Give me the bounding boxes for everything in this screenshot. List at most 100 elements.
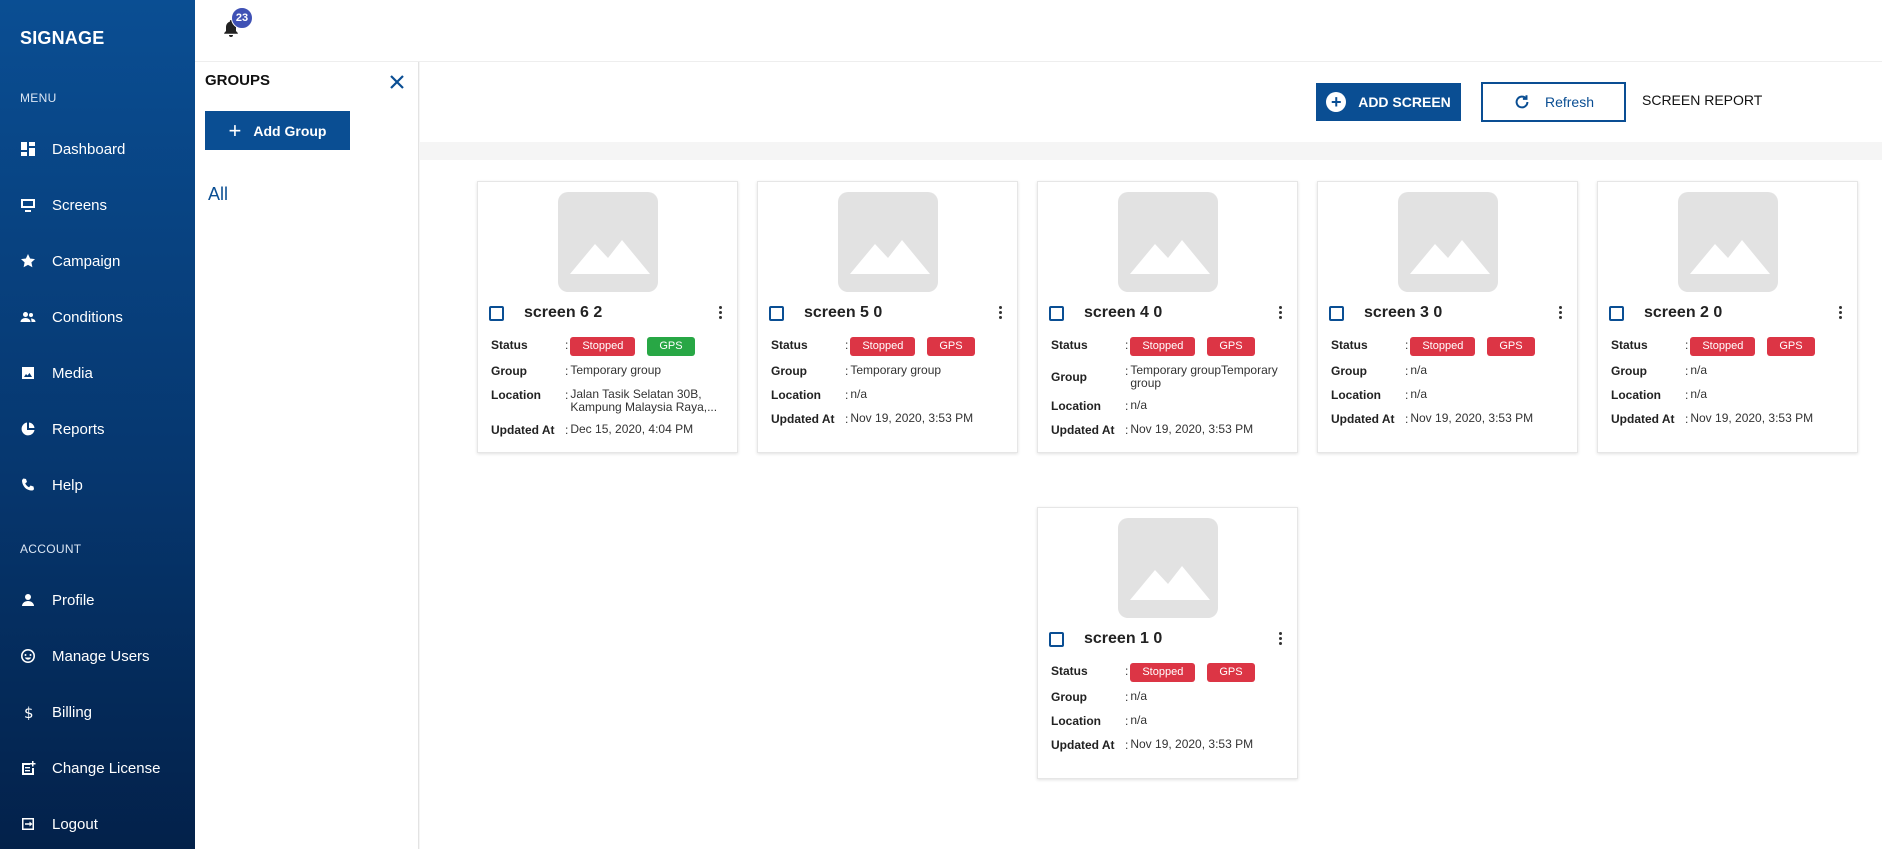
- sidebar-item-label: Manage Users: [52, 647, 150, 665]
- status-badge: Stopped: [1410, 337, 1476, 356]
- sidebar-item-label: Dashboard: [52, 140, 126, 158]
- screen-name: screen 2 0: [1644, 304, 1723, 321]
- sidebar-item-campaign[interactable]: Campaign: [0, 241, 195, 281]
- add-screen-button[interactable]: + ADD SCREEN: [1316, 83, 1461, 121]
- sidebar-item-profile[interactable]: Profile: [0, 580, 195, 620]
- add-group-button[interactable]: + Add Group: [205, 111, 350, 150]
- phone-icon: [20, 477, 36, 493]
- monitor-icon: [20, 197, 36, 213]
- more-vert-icon[interactable]: [1274, 628, 1286, 648]
- sidebar-item-conditions[interactable]: Conditions: [0, 297, 195, 337]
- refresh-icon: [1515, 95, 1529, 109]
- updated-key: Updated At: [1051, 423, 1115, 437]
- location-value: n/a: [1690, 387, 1708, 401]
- account-section-label: ACCOUNT: [20, 542, 82, 556]
- sidebar-item-change-license[interactable]: Change License: [0, 748, 195, 788]
- sidebar-item-label: Billing: [52, 703, 93, 721]
- status-key: Status: [771, 338, 808, 352]
- license-icon: [20, 760, 36, 776]
- screen-card[interactable]: screen 6 2 Status: Stopped GPS Group: Tempo…: [477, 181, 738, 453]
- gps-badge: GPS: [1487, 337, 1535, 356]
- screen-checkbox[interactable]: [1049, 306, 1064, 321]
- screens-grid: screen 6 2 Status: Stopped GPS Group: Tempo…: [420, 160, 1882, 849]
- groups-panel: GROUPS + Add Group All: [195, 62, 419, 849]
- people-icon: [20, 309, 36, 325]
- gps-badge: GPS: [1207, 663, 1255, 682]
- screen-name: screen 3 0: [1364, 304, 1443, 321]
- screen-card[interactable]: screen 4 0 Status: Stopped GPS Group: Tempo…: [1037, 181, 1298, 453]
- updated-key: Updated At: [1051, 738, 1115, 752]
- screen-checkbox[interactable]: [1049, 632, 1064, 647]
- dashboard-icon: [20, 141, 36, 157]
- group-value: Temporary groupTemporary group: [1130, 363, 1278, 390]
- location-value: n/a: [1130, 398, 1148, 412]
- image-icon: [20, 365, 36, 381]
- add-circle-icon: +: [1326, 92, 1347, 112]
- group-key: Group: [1331, 364, 1367, 378]
- gps-badge: GPS: [647, 337, 695, 356]
- sidebar-item-reports[interactable]: Reports: [0, 409, 195, 449]
- location-key: Location: [1611, 388, 1661, 402]
- gps-badge: GPS: [927, 337, 975, 356]
- sidebar-item-label: Media: [52, 364, 93, 382]
- status-badge: Stopped: [570, 337, 636, 356]
- sidebar-item-label: Change License: [52, 759, 161, 777]
- updated-key: Updated At: [1331, 412, 1395, 426]
- sidebar-item-manage-users[interactable]: Manage Users: [0, 636, 195, 676]
- more-vert-icon[interactable]: [714, 302, 726, 322]
- screen-name: screen 6 2: [524, 304, 603, 321]
- location-key: Location: [491, 388, 541, 402]
- screen-report-button[interactable]: SCREEN REPORT: [1642, 92, 1762, 108]
- more-vert-icon[interactable]: [994, 302, 1006, 322]
- updated-value: Nov 19, 2020, 3:53 PM: [1690, 411, 1814, 425]
- refresh-button[interactable]: Refresh: [1481, 82, 1626, 122]
- gps-badge: GPS: [1767, 337, 1815, 356]
- status-badge: Stopped: [1130, 663, 1196, 682]
- gps-badge: GPS: [1207, 337, 1255, 356]
- group-value: n/a: [1690, 363, 1708, 377]
- status-key: Status: [1051, 338, 1088, 352]
- screen-checkbox[interactable]: [769, 306, 784, 321]
- close-icon[interactable]: [387, 72, 409, 94]
- person-icon: [20, 592, 36, 608]
- group-key: Group: [1051, 370, 1087, 384]
- screen-card[interactable]: screen 2 0 Status: Stopped GPS Group: n/a L…: [1597, 181, 1858, 453]
- screen-name: screen 5 0: [804, 304, 883, 321]
- add-group-label: Add Group: [253, 122, 327, 139]
- screen-card[interactable]: screen 5 0 Status: Stopped GPS Group: Tempo…: [757, 181, 1018, 453]
- sidebar-item-label: Help: [52, 476, 83, 494]
- sidebar-item-screens[interactable]: Screens: [0, 185, 195, 225]
- sidebar-item-dashboard[interactable]: Dashboard: [0, 129, 195, 169]
- sidebar-item-media[interactable]: Media: [0, 353, 195, 393]
- screen-checkbox[interactable]: [1329, 306, 1344, 321]
- dollar-icon: $: [20, 704, 36, 720]
- status-key: Status: [1611, 338, 1648, 352]
- sidebar-item-help[interactable]: Help: [0, 465, 195, 505]
- location-value: Jalan Tasik Selatan 30B, Kampung Malaysi…: [570, 387, 718, 414]
- more-vert-icon[interactable]: [1834, 302, 1846, 322]
- screen-checkbox[interactable]: [489, 306, 504, 321]
- star-icon: [20, 253, 36, 269]
- top-header: 23: [195, 0, 1882, 62]
- group-value: Temporary group: [850, 363, 942, 377]
- more-vert-icon[interactable]: [1274, 302, 1286, 322]
- plus-icon: +: [228, 117, 242, 143]
- location-key: Location: [1331, 388, 1381, 402]
- screen-card[interactable]: screen 3 0 Status: Stopped GPS Group: n/a L…: [1317, 181, 1578, 453]
- screen-card[interactable]: screen 1 0 Status: Stopped GPS Group: n/a L…: [1037, 507, 1298, 779]
- logout-icon: [20, 816, 36, 832]
- sidebar-item-logout[interactable]: Logout: [0, 804, 195, 844]
- smiley-icon: [20, 648, 36, 664]
- group-key: Group: [1611, 364, 1647, 378]
- more-vert-icon[interactable]: [1554, 302, 1566, 322]
- sidebar-item-label: Logout: [52, 815, 98, 833]
- location-value: n/a: [1410, 387, 1428, 401]
- refresh-label: Refresh: [1544, 94, 1595, 110]
- placeholder-image-icon: [1398, 192, 1498, 292]
- screen-checkbox[interactable]: [1609, 306, 1624, 321]
- sidebar: SIGNAGE MENU Dashboard Screens Campaign …: [0, 0, 195, 849]
- group-item-all[interactable]: All: [208, 184, 228, 205]
- placeholder-image-icon: [1118, 192, 1218, 292]
- sidebar-item-billing[interactable]: $ Billing: [0, 692, 195, 732]
- notification-count-badge: 23: [231, 7, 253, 29]
